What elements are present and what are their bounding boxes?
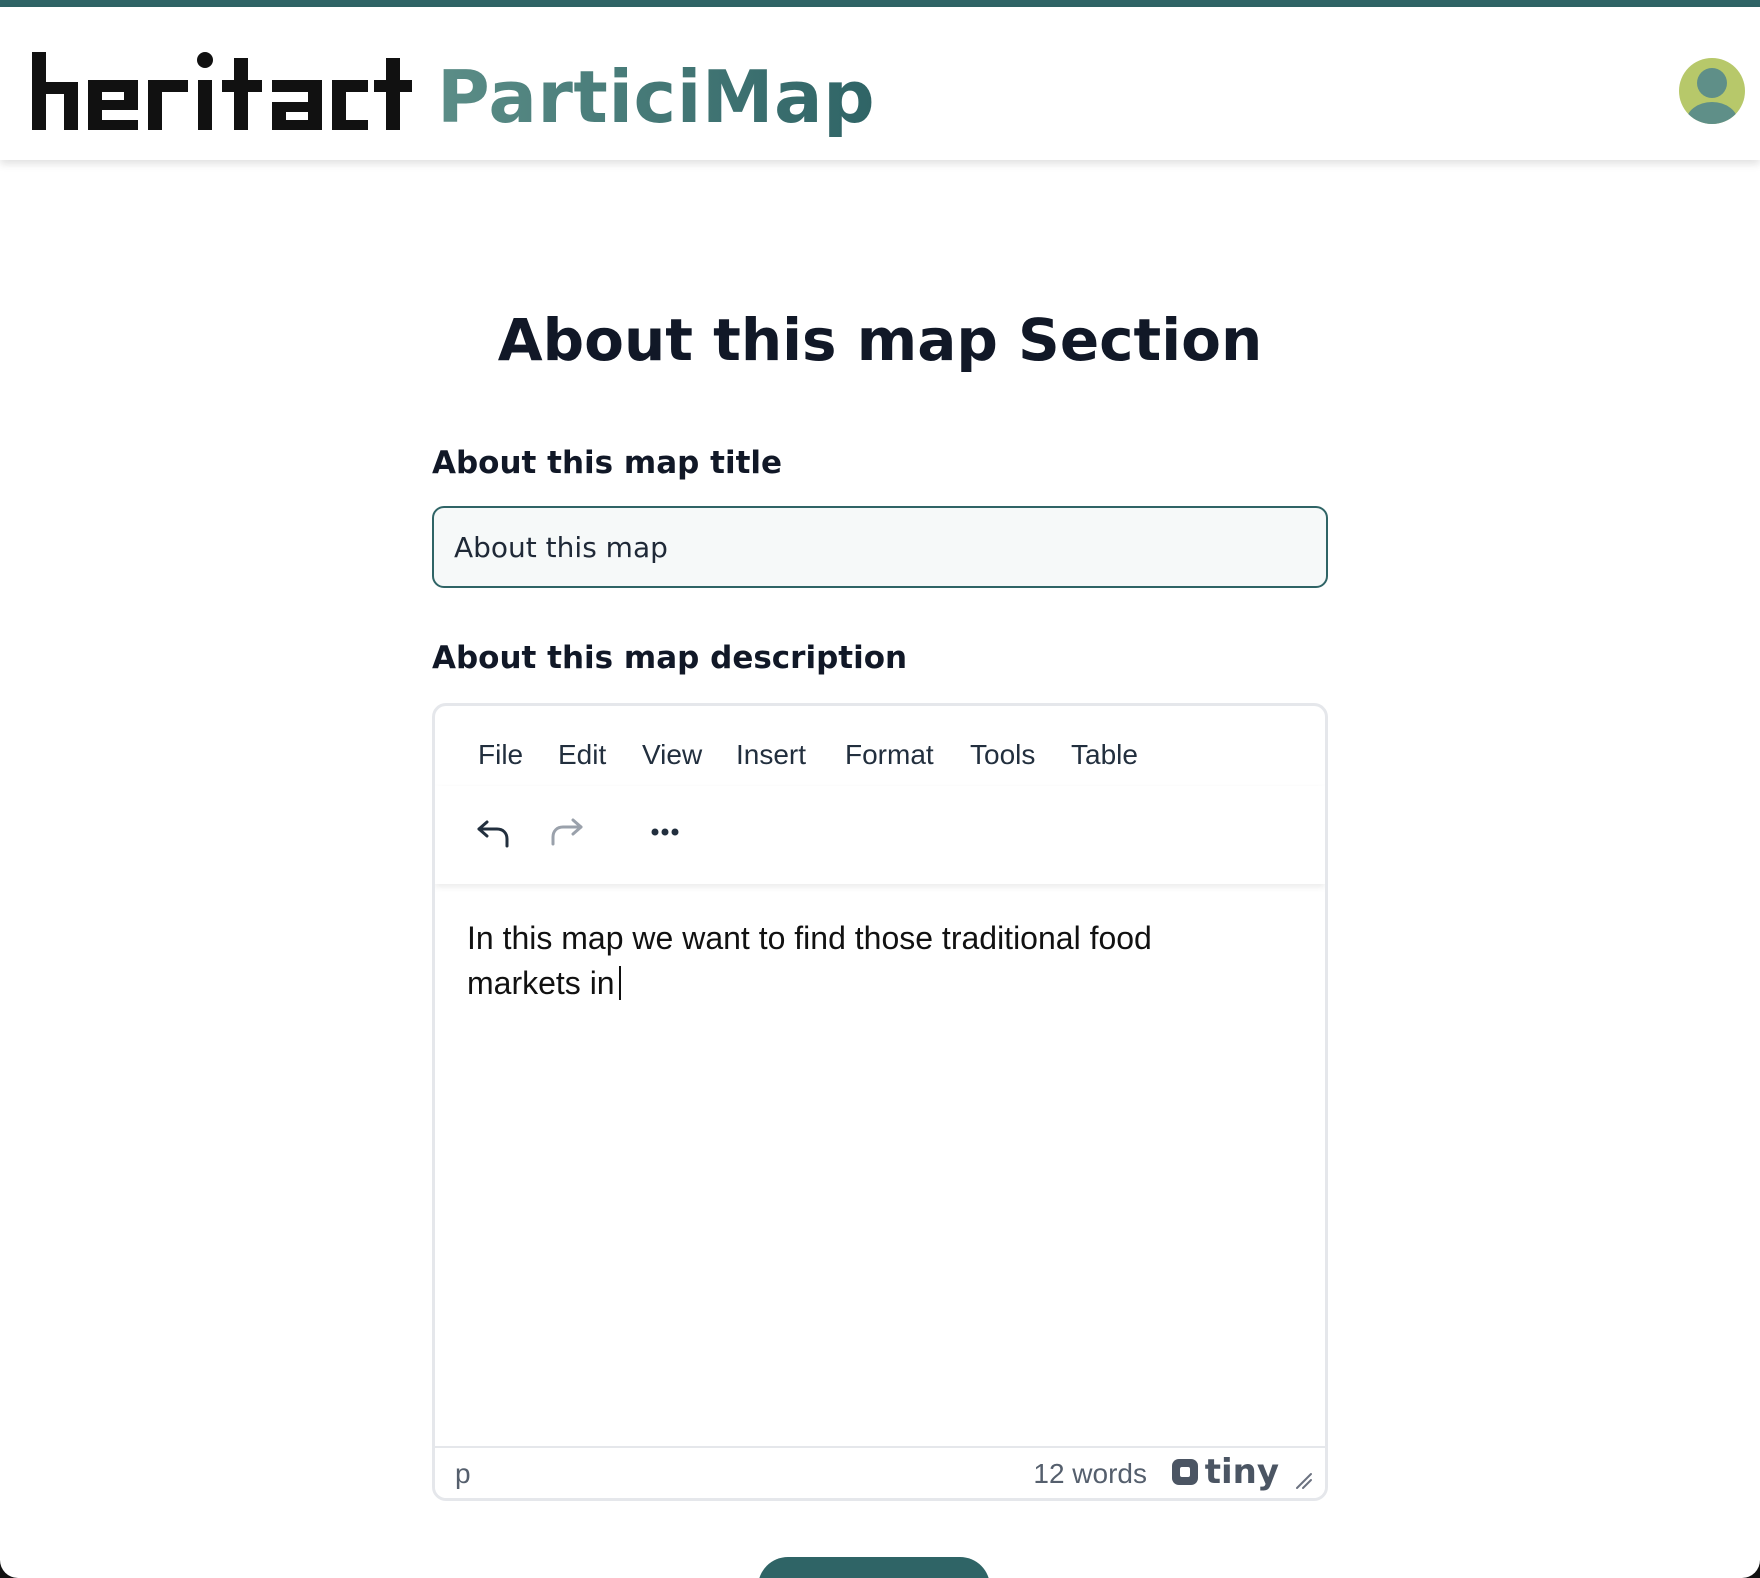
redo-button[interactable] <box>543 808 591 856</box>
heritact-logo[interactable]: heritact <box>32 52 412 132</box>
page-title: About this map Section <box>497 306 1263 374</box>
menu-edit[interactable]: Edit <box>558 739 606 771</box>
editor-statusbar: p 12 words tiny <box>435 1446 1325 1498</box>
word-count[interactable]: 12 words <box>1033 1458 1147 1490</box>
element-path[interactable]: p <box>455 1458 471 1490</box>
menu-format[interactable]: Format <box>845 739 934 771</box>
tiny-brand-label: tiny <box>1204 1452 1279 1492</box>
tiny-branding[interactable]: tiny <box>1169 1452 1279 1492</box>
page: heritact ParticiMap About this map Secti… <box>0 0 1760 1578</box>
menu-tools[interactable]: Tools <box>970 739 1035 771</box>
editor-text: In this map we want to find those tradit… <box>467 920 1152 1001</box>
menu-table[interactable]: Table <box>1071 739 1138 771</box>
rich-text-editor: File Edit View Insert Format Tools Table <box>432 703 1328 1501</box>
tiny-logo-icon <box>1171 1459 1198 1485</box>
app-header: heritact ParticiMap <box>0 7 1760 160</box>
app-name: ParticiMap <box>437 55 876 139</box>
title-input[interactable] <box>432 506 1328 588</box>
user-avatar-icon[interactable] <box>1679 58 1745 124</box>
editor-menubar: File Edit View Insert Format Tools Table <box>435 706 1325 786</box>
description-field-label: About this map description <box>432 640 908 676</box>
editor-toolbar <box>435 786 1325 884</box>
editor-content[interactable]: In this map we want to find those tradit… <box>467 916 1267 1006</box>
resize-handle-icon[interactable] <box>1293 1470 1313 1490</box>
text-caret <box>618 966 621 1000</box>
undo-icon <box>477 820 509 848</box>
undo-button[interactable] <box>469 808 517 856</box>
menu-file[interactable]: File <box>478 739 523 771</box>
title-field-label: About this map title <box>432 445 783 481</box>
top-accent-bar <box>0 0 1760 7</box>
menu-insert[interactable]: Insert <box>736 739 806 771</box>
more-icon <box>651 828 679 836</box>
more-button[interactable] <box>641 808 689 856</box>
menu-view[interactable]: View <box>642 739 702 771</box>
submit-button[interactable] <box>758 1557 990 1578</box>
redo-icon <box>551 818 583 846</box>
